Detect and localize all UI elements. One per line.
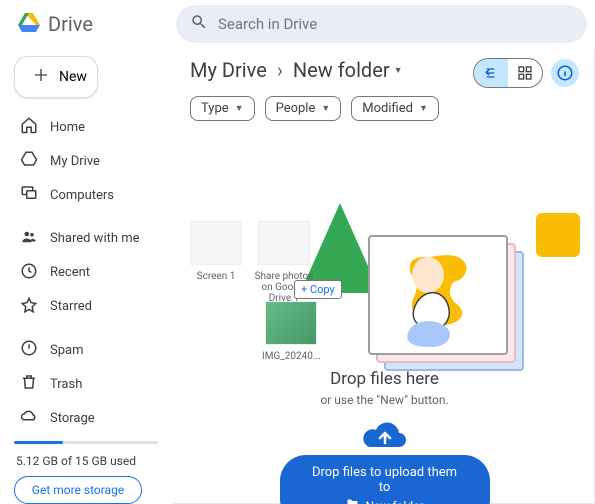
search-input[interactable] [218,15,573,33]
caret-down-icon: ▼ [394,65,403,76]
home-icon [20,116,38,138]
upload-cloud-button[interactable] [361,419,409,457]
dropzone-text: Drop files here or use the "New" button. [320,369,448,407]
main-panel: My Drive › New folder ▼ Type▼ Peopl [172,48,595,504]
starred-icon [20,296,38,318]
sidebar-item-shared[interactable]: Shared with me [14,223,162,255]
get-more-storage-button[interactable]: Get more storage [14,476,142,504]
breadcrumb-root[interactable]: My Drive [190,58,267,82]
sidebar-item-starred[interactable]: Starred [14,291,162,323]
computers-icon [20,184,38,206]
sidebar-item-recent[interactable]: Recent [14,257,162,289]
caret-down-icon: ▼ [235,103,244,114]
storage-text: 5.12 GB of 15 GB used [16,454,162,468]
grid-view-button[interactable] [508,59,542,87]
info-button[interactable] [551,59,579,87]
search-bar[interactable] [176,5,587,43]
spam-icon [20,339,38,361]
sidebar: New Home My Drive Computers Shared with … [0,48,172,504]
brand-name: Drive [48,12,93,36]
dropzone-illustration [300,173,590,373]
folder-icon [345,498,359,504]
chevron-right-icon: › [277,58,283,82]
storage-bar [14,441,158,444]
filter-people[interactable]: People▼ [265,96,342,121]
filter-type[interactable]: Type▼ [190,96,255,121]
sidebar-item-spam[interactable]: Spam [14,334,162,366]
search-icon [190,13,208,35]
caret-down-icon: ▼ [419,103,428,114]
dragged-file: Screen 1 [190,221,242,282]
dragged-file: IMG_20240... [262,301,321,362]
sidebar-item-mydrive[interactable]: My Drive [14,145,162,177]
sidebar-item-computers[interactable]: Computers [14,179,162,211]
drop-banner[interactable]: Drop files to upload them to New folder [280,455,490,504]
storage-icon [20,407,38,429]
recent-icon [20,262,38,284]
drive-logo-icon [18,11,40,37]
drive-icon [20,150,38,172]
sidebar-item-trash[interactable]: Trash [14,368,162,400]
trash-icon [20,373,38,395]
caret-down-icon: ▼ [321,103,330,114]
copy-badge: + Copy [294,280,342,299]
breadcrumb-current[interactable]: New folder ▼ [293,58,403,82]
filter-modified[interactable]: Modified▼ [351,96,439,121]
shared-icon [20,228,38,250]
list-view-button[interactable] [474,59,508,87]
plus-icon [33,67,49,87]
new-button[interactable]: New [14,56,98,98]
view-toggle [473,58,543,88]
sidebar-item-storage[interactable]: Storage [14,402,162,434]
sidebar-item-home[interactable]: Home [14,111,162,143]
